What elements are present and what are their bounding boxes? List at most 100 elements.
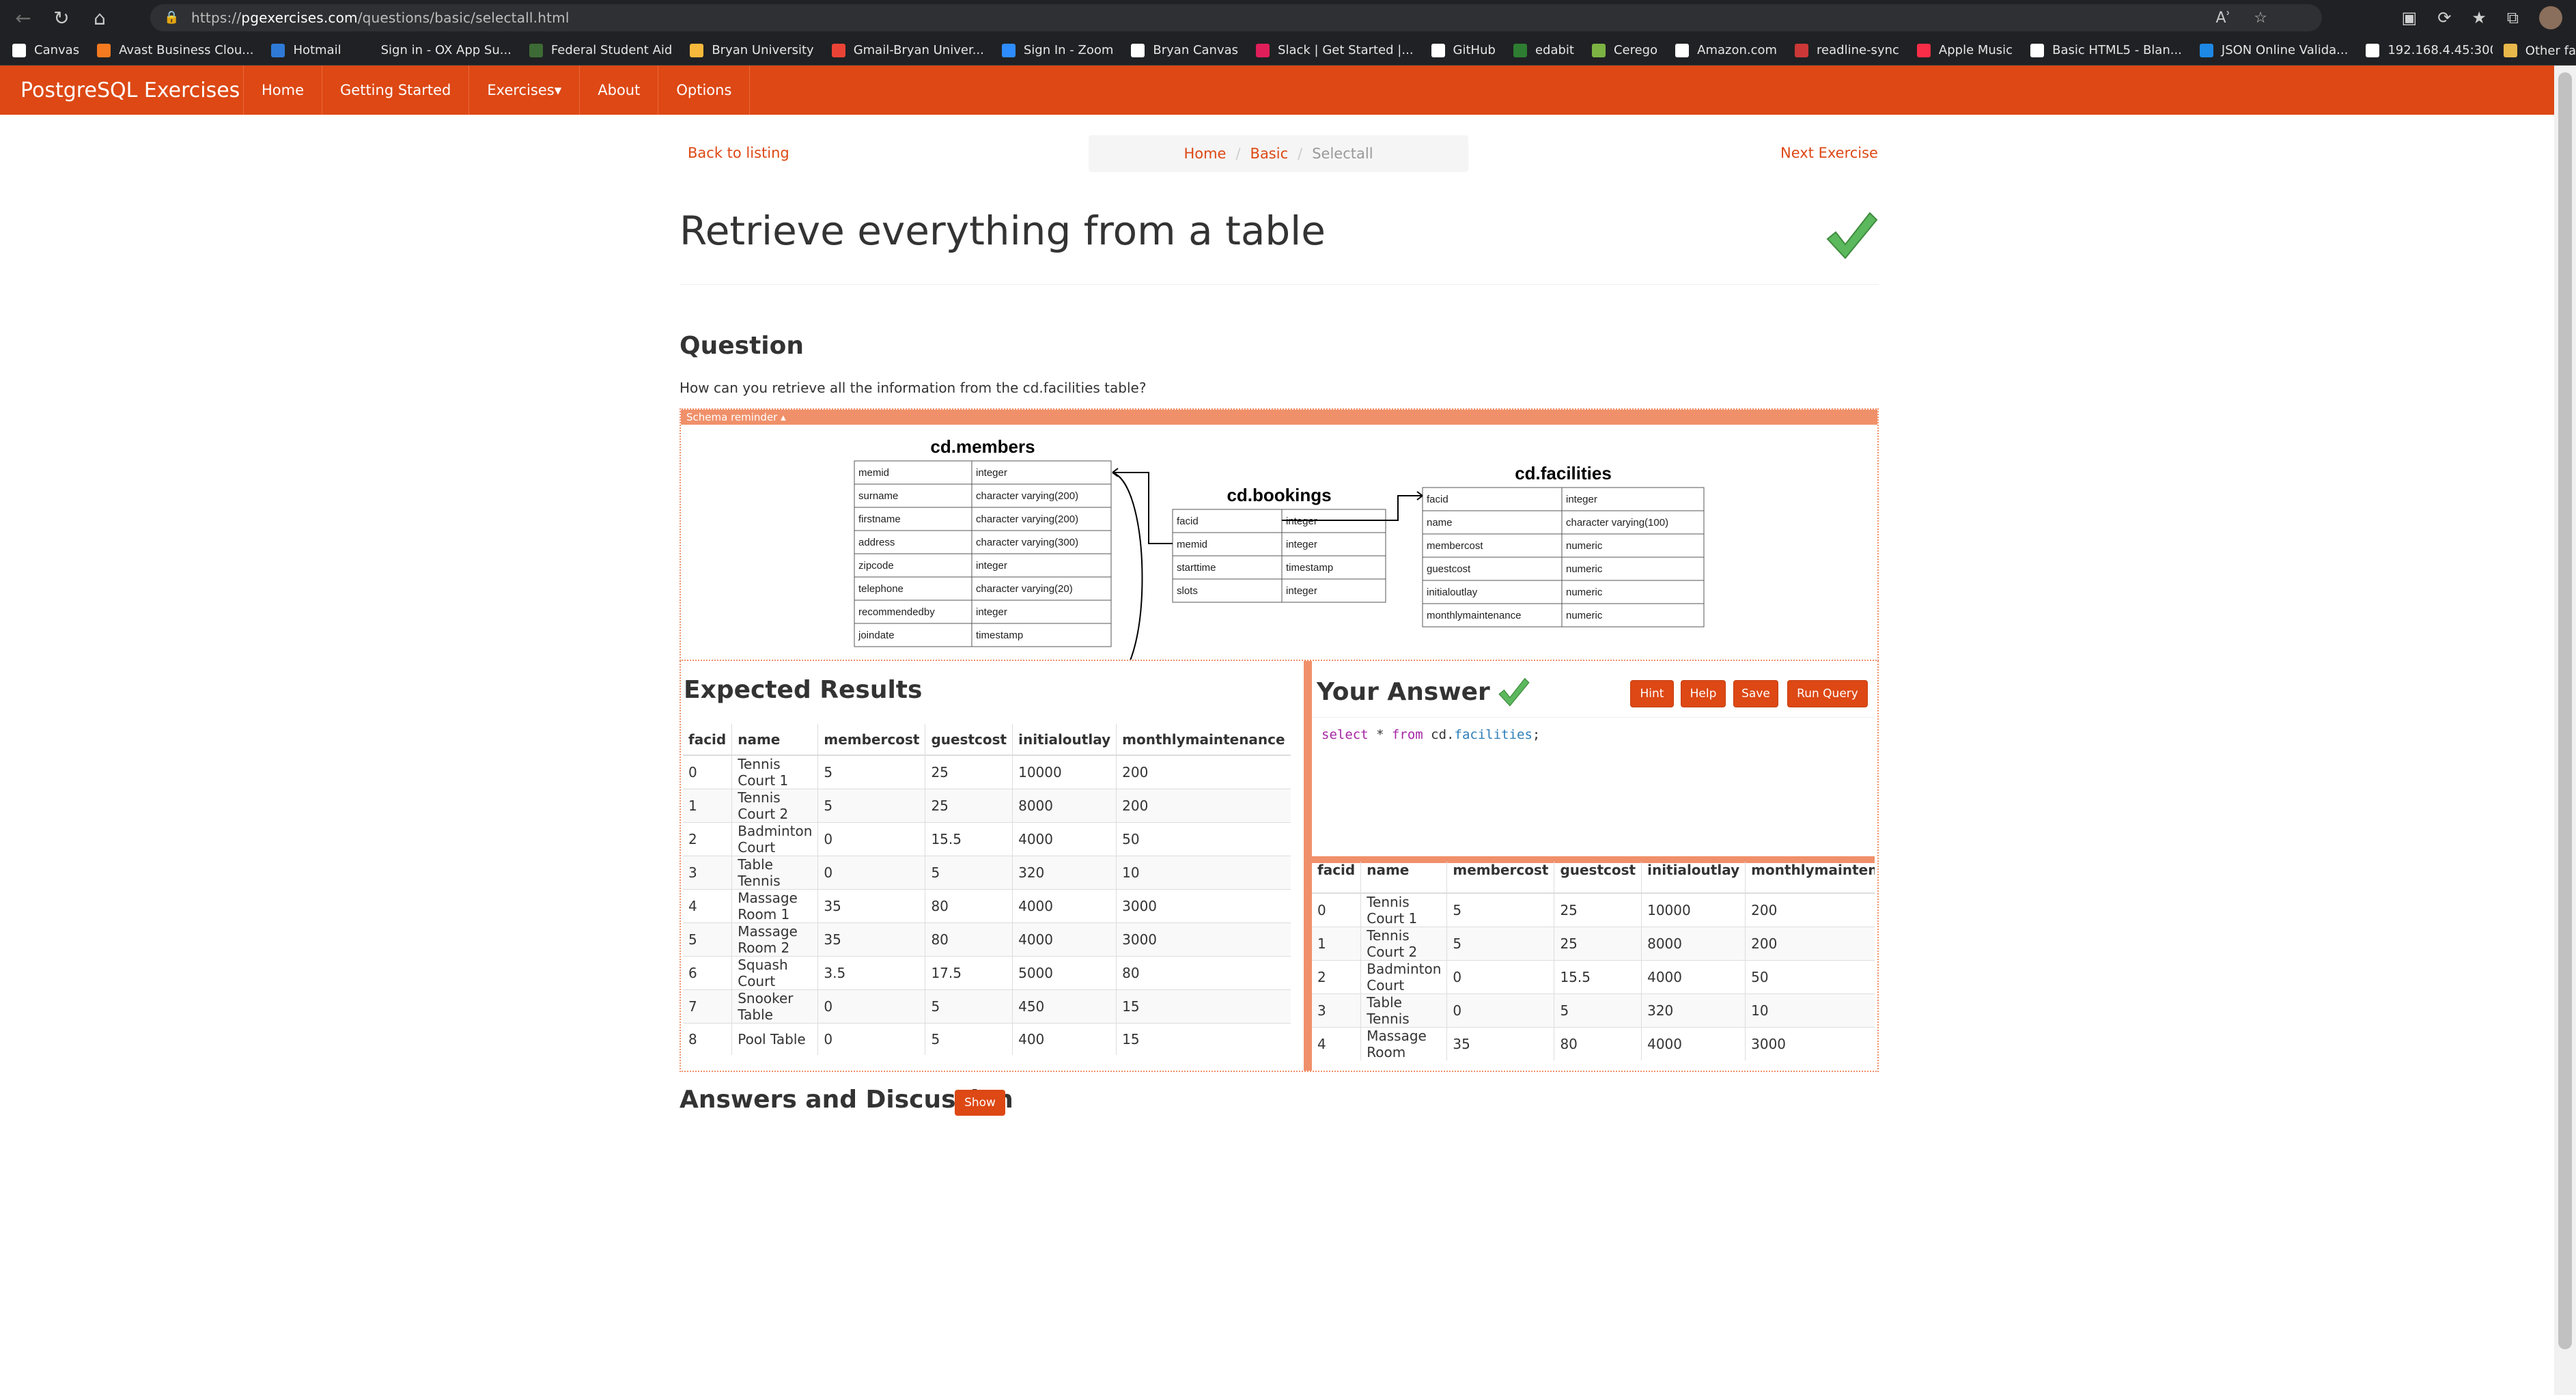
bookmark-item[interactable]: 192.168.4.45:3000 — [2366, 43, 2505, 57]
nav-getting-started[interactable]: Getting Started — [322, 66, 468, 115]
bookmark-item[interactable]: Slack | Get Started |... — [1256, 43, 1414, 57]
query-editor[interactable]: select * from cd.facilities; — [1312, 717, 1875, 856]
scrollbar-thumb[interactable] — [2558, 72, 2572, 1349]
avatar[interactable] — [2539, 6, 2562, 29]
table-cell: 80 — [925, 922, 1013, 957]
bookmark-item[interactable]: Basic HTML5 - Blan... — [2030, 43, 2182, 57]
table-cell: 0 — [1446, 960, 1554, 994]
bookmark-label: edabit — [1535, 43, 1574, 57]
read-aloud-icon[interactable]: Aʾ — [2215, 10, 2230, 27]
favorite-add-icon[interactable]: ☆ — [2254, 10, 2267, 27]
next-exercise-link[interactable]: Next Exercise — [1780, 145, 1878, 161]
back-arrow-icon[interactable]: ← — [8, 3, 38, 33]
nav-exercises-dropdown[interactable]: Exercises▾ — [468, 66, 579, 115]
address-bar[interactable]: 🔒 https://pgexercises.com/questions/basi… — [150, 4, 2322, 31]
bookmark-favicon-icon — [690, 43, 704, 57]
bookmark-item[interactable]: Cerego — [1591, 43, 1658, 57]
bookmark-favicon-icon — [2030, 43, 2045, 57]
back-to-listing-link[interactable]: Back to listing — [688, 145, 789, 161]
table-cell: 1 — [683, 789, 732, 823]
answer-results-table: facid name membercost guestcost initialoutla… — [1312, 862, 1875, 1060]
sync-icon[interactable]: ⟳ — [2437, 8, 2451, 27]
table-header-row: facid name membercost guestcost initialoutla… — [1312, 862, 1875, 894]
breadcrumb-basic[interactable]: Basic — [1250, 145, 1289, 162]
run-query-button[interactable]: Run Query — [1787, 680, 1868, 707]
refresh-icon[interactable]: ↻ — [46, 3, 76, 33]
bookmark-label: Sign In - Zoom — [1023, 43, 1114, 57]
bookmark-item[interactable]: readline-sync — [1795, 43, 1899, 57]
table-cell: 4 — [683, 889, 732, 923]
page-scrollbar[interactable] — [2554, 66, 2576, 1395]
schema-diagram: cd.members memid integer surname character v… — [854, 436, 1705, 660]
bookmark-item[interactable]: Hotmail — [271, 43, 341, 57]
table-cell: 4 — [1312, 1027, 1361, 1060]
table-cell: Pool Table — [731, 1023, 818, 1055]
answer-results-scroll[interactable]: facid name membercost guestcost initialoutla… — [1312, 862, 1875, 1071]
schema-column-type: numeric — [1566, 587, 1603, 598]
table-cell: 5 — [817, 789, 925, 823]
page-title: Retrieve everything from a table — [680, 208, 1326, 254]
bookmark-item[interactable]: Bryan University — [690, 43, 814, 57]
brand-link[interactable]: PostgreSQL Exercises — [0, 79, 243, 102]
breadcrumb-home[interactable]: Home — [1184, 145, 1226, 162]
site-navbar: PostgreSQL Exercises Home Getting Starte… — [0, 66, 2554, 115]
table-row: 4 Massage Room 35 80 4000 3000 — [1312, 1027, 1875, 1060]
table-cell: Table Tennis — [731, 856, 818, 890]
table-row: 3 Table Tennis 0 5 320 10 — [683, 856, 1291, 890]
bookmark-item[interactable]: edabit — [1513, 43, 1574, 57]
bookmark-item[interactable]: Gmail-Bryan Univer... — [831, 43, 984, 57]
table-cell: 5 — [925, 989, 1013, 1024]
home-icon[interactable]: ⌂ — [85, 3, 115, 33]
schema-reminder-toggle[interactable]: Schema reminder ▴ — [681, 410, 1877, 425]
bookmark-item[interactable]: Sign In - Zoom — [1001, 43, 1114, 57]
table-cell: 3000 — [1116, 922, 1291, 957]
schema-column-name: name — [1427, 517, 1453, 529]
bookmark-item[interactable]: Sign in - OX App Su... — [359, 43, 512, 57]
bookmark-item[interactable]: Apple Music — [1916, 43, 2013, 57]
nav-home[interactable]: Home — [243, 66, 322, 115]
favorites-icon[interactable]: ★ — [2472, 8, 2487, 27]
collections-icon[interactable]: ⧉ — [2507, 8, 2519, 27]
table-cell: 3000 — [1116, 889, 1291, 923]
show-discussion-button[interactable]: Show — [955, 1090, 1005, 1116]
table-cell: 4000 — [1012, 922, 1117, 957]
bookmark-item[interactable]: Bryan Canvas — [1131, 43, 1238, 57]
table-cell: 80 — [925, 889, 1013, 923]
bookmark-item[interactable]: JSON Online Valida... — [2199, 43, 2348, 57]
schema-column-type: character varying(100) — [1566, 517, 1668, 529]
folder-icon — [2503, 44, 2517, 57]
table-cell: 0 — [817, 1023, 925, 1055]
schema-column-type: numeric — [1566, 540, 1603, 552]
extension-icon[interactable]: ▣ — [2402, 8, 2418, 27]
table-cell: 50 — [1745, 960, 1875, 994]
bookmark-label: Cerego — [1613, 43, 1658, 57]
bookmark-item[interactable]: Federal Student Aid — [529, 43, 672, 57]
other-favorites-folder[interactable]: Other fa — [2492, 36, 2576, 65]
table-row: 2 Badminton Court 0 15.5 4000 50 — [683, 822, 1291, 856]
table-cell: 10000 — [1641, 892, 1746, 927]
bookmark-item[interactable]: Amazon.com — [1675, 43, 1777, 57]
table-cell: 5 — [925, 1023, 1013, 1055]
bookmark-favicon-icon — [529, 43, 543, 57]
save-button[interactable]: Save — [1733, 680, 1778, 707]
bookmark-favicon-icon — [831, 43, 845, 57]
schema-column-name: joindate — [858, 630, 895, 641]
bookmark-label: 192.168.4.45:3000 — [2388, 43, 2506, 57]
table-cell: 6 — [683, 956, 732, 990]
bookmark-favicon-icon — [359, 43, 373, 57]
nav-options[interactable]: Options — [658, 66, 751, 115]
help-button[interactable]: Help — [1681, 680, 1726, 707]
table-cell: 10 — [1116, 856, 1291, 890]
column-header: facid — [683, 724, 732, 756]
bookmark-item[interactable]: Canvas — [12, 43, 79, 57]
hint-button[interactable]: Hint — [1630, 680, 1674, 707]
relation-line — [1112, 472, 1143, 660]
table-cell: 35 — [817, 889, 925, 923]
bookmark-label: GitHub — [1453, 43, 1496, 57]
schema-column-name: monthlymaintenance — [1427, 610, 1521, 621]
bookmark-item[interactable]: Avast Business Clou... — [97, 43, 253, 57]
table-cell: 5 — [683, 922, 732, 957]
nav-about[interactable]: About — [579, 66, 658, 115]
bookmark-item[interactable]: GitHub — [1431, 43, 1496, 57]
schema-column-name: facid — [1177, 516, 1199, 527]
